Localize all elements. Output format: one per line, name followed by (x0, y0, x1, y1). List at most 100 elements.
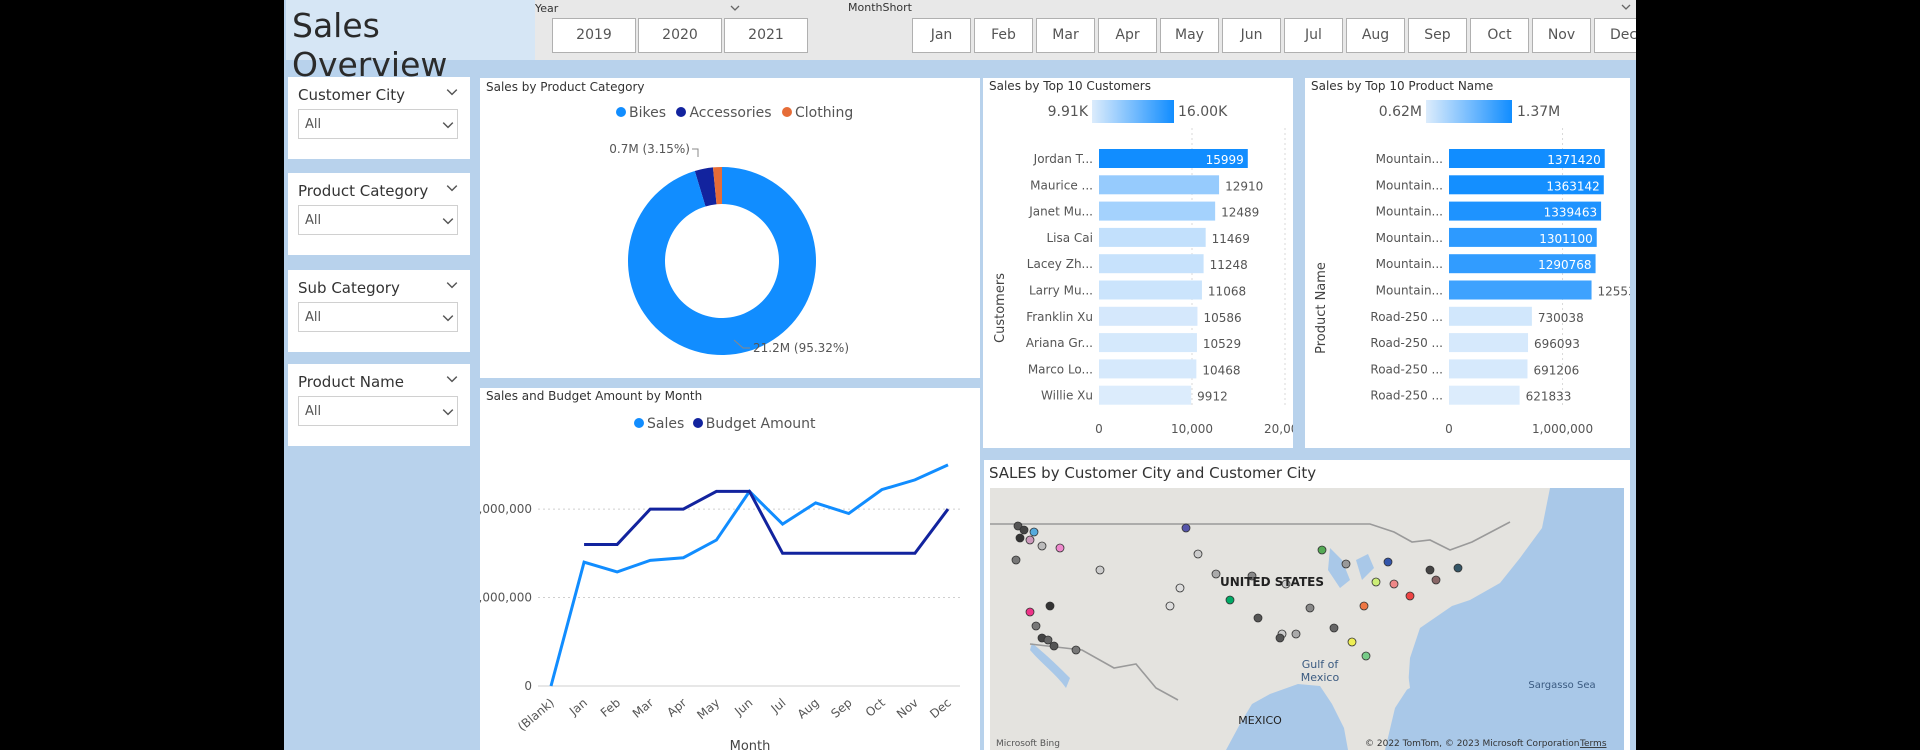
bar[interactable] (1099, 385, 1192, 405)
map-bubble[interactable] (1361, 651, 1371, 661)
category-label: Larry Mu... (1029, 284, 1093, 298)
data-label: 11068 (1208, 285, 1246, 299)
map-bubble[interactable] (1329, 623, 1339, 633)
chevron-up-down-icon[interactable] (446, 373, 458, 385)
gradient-legend (1426, 100, 1512, 123)
sub-category-dropdown[interactable]: All (298, 302, 458, 332)
product-name-dropdown[interactable]: All (298, 396, 458, 426)
map-bubble[interactable] (1431, 575, 1441, 585)
data-label: 730038 (1538, 311, 1584, 325)
month-tile-aug[interactable]: Aug (1346, 18, 1405, 53)
line-chart[interactable]: 01,000,0002,000,000 (Blank)JanFebMarAprM… (480, 388, 980, 750)
customers-bar-chart[interactable]: 9.91K 16.00K Jordan T... 15999 Maurice ...… (983, 78, 1293, 448)
chevron-up-down-icon[interactable] (446, 279, 458, 291)
map-bubble[interactable] (1453, 563, 1463, 573)
data-label: 1371420 (1547, 153, 1600, 167)
y-tick-label: 0 (524, 679, 532, 693)
chevron-up-down-icon[interactable] (446, 86, 458, 98)
category-label: Janet Mu... (1028, 205, 1093, 219)
map-bubble[interactable] (1225, 595, 1235, 605)
map-bubble[interactable] (1275, 633, 1285, 643)
bar[interactable] (1449, 333, 1529, 353)
bar[interactable] (1449, 385, 1520, 405)
bar[interactable] (1099, 359, 1197, 379)
bar[interactable] (1099, 333, 1197, 353)
bar[interactable] (1449, 280, 1592, 300)
map-bubble[interactable] (1071, 645, 1081, 655)
map-bubble[interactable] (1049, 641, 1059, 651)
map-bubble[interactable] (1031, 621, 1041, 631)
month-tile-apr[interactable]: Apr (1098, 18, 1157, 53)
series-line-sales[interactable] (549, 463, 949, 687)
year-tile-2019[interactable]: 2019 (552, 18, 636, 53)
map-bubble[interactable] (1405, 591, 1415, 601)
bar[interactable] (1099, 201, 1216, 221)
month-tile-mar[interactable]: Mar (1036, 18, 1095, 53)
map-bubble[interactable] (1317, 545, 1327, 555)
x-tick-label: 0 (1095, 422, 1103, 436)
map-bubble[interactable] (1193, 549, 1203, 559)
month-tile-may[interactable]: May (1160, 18, 1219, 53)
map-bubble[interactable] (1045, 601, 1055, 611)
product-category-dropdown[interactable]: All (298, 205, 458, 235)
map-canvas[interactable]: UNITED STATES Gulf of Mexico MEXICO Sarg… (990, 488, 1624, 750)
map-bubble[interactable] (1359, 601, 1369, 611)
map-bubble[interactable] (1019, 525, 1029, 535)
month-tile-jul[interactable]: Jul (1284, 18, 1343, 53)
bar[interactable] (1099, 280, 1202, 300)
map-bubble[interactable] (1347, 637, 1357, 647)
map-bubble[interactable] (1383, 557, 1393, 567)
map-bubble[interactable] (1253, 613, 1263, 623)
chevron-up-down-icon[interactable] (446, 182, 458, 194)
map-bubble[interactable] (1165, 601, 1175, 611)
year-tile-2021[interactable]: 2021 (724, 18, 808, 53)
bar[interactable] (1099, 227, 1206, 247)
year-tile-2020[interactable]: 2020 (638, 18, 722, 53)
month-tile-sep[interactable]: Sep (1408, 18, 1467, 53)
map-bubble[interactable] (1055, 543, 1065, 553)
report-page: Sales Overview Year 2019 2020 2021 Month… (284, 0, 1636, 750)
map-bubble[interactable] (1025, 607, 1035, 617)
month-tile-jun[interactable]: Jun (1222, 18, 1281, 53)
series-line-budget[interactable] (584, 489, 950, 555)
data-label: 12910 (1225, 179, 1263, 193)
bar[interactable] (1449, 359, 1528, 379)
map-bubble[interactable] (1043, 635, 1053, 645)
map-bubble[interactable] (1029, 527, 1039, 537)
x-tick-label: 0 (1445, 422, 1453, 436)
customer-city-dropdown[interactable]: All (298, 109, 458, 139)
products-bar-chart[interactable]: 0.62M 1.37M Mountain... 1371420 Mountain..… (1305, 78, 1630, 448)
month-tile-nov[interactable]: Nov (1532, 18, 1591, 53)
map-bubble[interactable] (1291, 629, 1301, 639)
map-terms-link[interactable]: Terms (1579, 739, 1607, 749)
map-bubble[interactable] (1305, 603, 1315, 613)
month-slicer-chevron-icon[interactable] (1621, 2, 1631, 12)
map-bubble[interactable] (1181, 523, 1191, 533)
map-bubble[interactable] (1425, 565, 1435, 575)
map-bubble[interactable] (1389, 579, 1399, 589)
map-bubble[interactable] (1011, 555, 1021, 565)
data-label: 11469 (1212, 232, 1250, 246)
map-bubble[interactable] (1211, 569, 1221, 579)
donut-slice-bikes[interactable] (628, 167, 816, 355)
bar[interactable] (1449, 306, 1532, 326)
month-tile-dec[interactable]: Dec (1594, 18, 1636, 53)
month-tile-feb[interactable]: Feb (974, 18, 1033, 53)
data-label: 1255363 (1598, 285, 1630, 299)
month-tile-jan[interactable]: Jan (912, 18, 971, 53)
map-bubble[interactable] (1015, 533, 1025, 543)
map-bubble[interactable] (1095, 565, 1105, 575)
bar[interactable] (1099, 306, 1198, 326)
year-slicer-chevron-icon[interactable] (730, 3, 740, 13)
donut-chart[interactable]: 0.7M (3.15%) 21.2M (95.32%) (480, 78, 980, 378)
map-bubble[interactable] (1341, 559, 1351, 569)
map-bubble[interactable] (1037, 541, 1047, 551)
map-bubble[interactable] (1025, 535, 1035, 545)
month-tile-oct[interactable]: Oct (1470, 18, 1529, 53)
data-label: 10468 (1202, 363, 1240, 377)
map-bubble[interactable] (1371, 577, 1381, 587)
map-bubble[interactable] (1175, 583, 1185, 593)
y-tick-label: 2,000,000 (480, 502, 532, 516)
bar[interactable] (1099, 254, 1204, 274)
bar[interactable] (1099, 175, 1220, 195)
